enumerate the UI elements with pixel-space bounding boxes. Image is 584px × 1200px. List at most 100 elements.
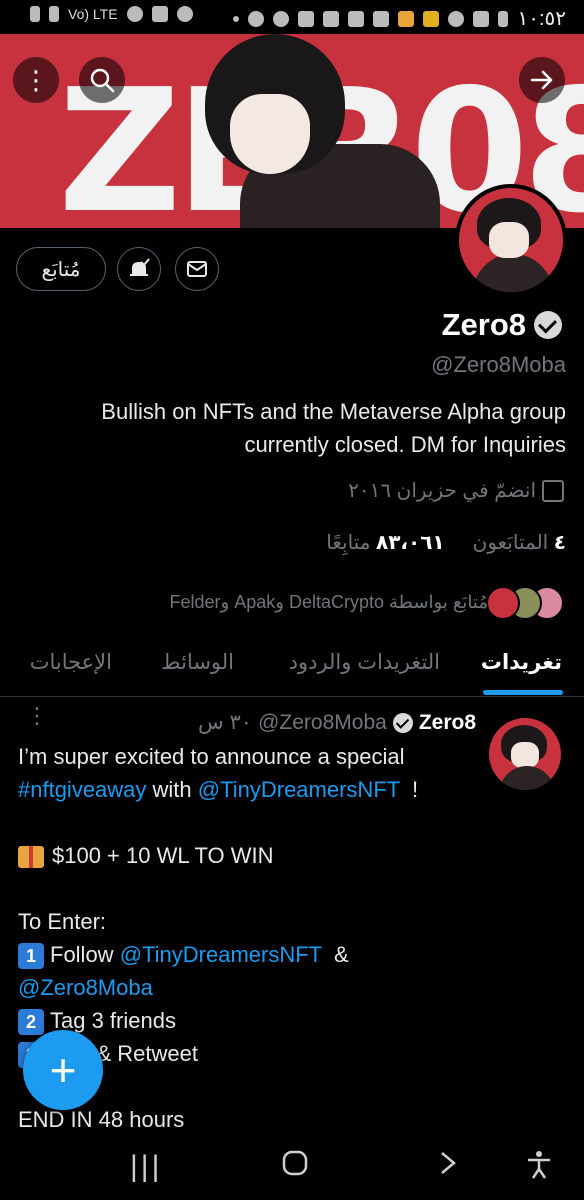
accessibility-button[interactable] <box>526 1150 552 1188</box>
keycap-1-icon: 1 <box>18 943 44 970</box>
dot-icon <box>233 15 240 22</box>
avatar-face <box>489 222 529 258</box>
following-label: المتابَعون <box>472 532 549 554</box>
gmail-icon <box>323 10 340 27</box>
mention-link[interactable]: @Zero8Moba <box>18 975 153 1000</box>
plus-icon: + <box>49 1044 77 1096</box>
search-icon <box>90 68 115 93</box>
tweet-author: Zero8 <box>418 710 476 734</box>
alarm-icon <box>176 6 193 22</box>
music-icon <box>498 10 509 27</box>
wifi-icon <box>126 6 143 22</box>
mute-icon <box>151 6 168 22</box>
bell-check-icon <box>130 258 150 276</box>
tweet-word: & <box>321 942 349 967</box>
bio-line: Bullish on NFTs and the Metaverse Alpha … <box>101 399 566 424</box>
tweet-word: Tag 3 friends <box>50 1008 176 1033</box>
follow-stats: ٤ المتابَعون ٨٣،٠٦١ متابِعًا <box>326 530 566 555</box>
home-icon <box>282 1150 308 1176</box>
tweet-line: 2 Tag 3 friends <box>18 1004 478 1037</box>
notification-icon <box>273 10 290 27</box>
message-button[interactable] <box>175 247 219 291</box>
pinterest-icon <box>448 10 465 27</box>
tweet-line: To Enter: <box>18 909 107 934</box>
envelope-icon <box>187 261 207 277</box>
followers-count: ٨٣،٠٦١ <box>376 532 445 554</box>
followers-label: متابِعًا <box>326 532 371 554</box>
tweet-line: 1 Follow @TinyDreamersNFT & <box>18 938 478 971</box>
tweet-line: END IN 48 hours <box>18 1107 185 1132</box>
lte-indicator: Vo) LTE <box>68 6 118 22</box>
following-count: ٤ <box>553 532 566 554</box>
tweet-line: I’m super excited to announce a special <box>18 744 405 769</box>
system-nav-bar: ||| <box>0 1140 584 1200</box>
app-icon <box>398 10 415 27</box>
tweet-time: ٣٠ س <box>198 711 253 734</box>
bio-line: currently closed. DM for Inquiries <box>244 432 566 457</box>
status-bar: Vo) LTE ١٠:٥٢ <box>0 0 584 34</box>
back-nav-button[interactable] <box>438 1150 458 1184</box>
hashtag-link[interactable]: #nftgiveaway <box>18 777 146 802</box>
follower-avatar <box>486 586 520 620</box>
banner-character-face <box>230 94 310 174</box>
profile-avatar[interactable] <box>455 184 567 296</box>
accessibility-icon <box>528 1151 550 1179</box>
signal-icon <box>49 6 59 22</box>
notifications-button[interactable] <box>117 247 161 291</box>
mention-link[interactable]: @TinyDreamersNFT <box>198 777 400 802</box>
avatar-body <box>473 254 553 292</box>
profile-name: Zero8 <box>442 307 562 343</box>
compose-tweet-button[interactable]: + <box>23 1030 103 1110</box>
tweet-line: #nftgiveaway with @TinyDreamersNFT ! <box>18 773 478 806</box>
tab-media[interactable]: الوسائط <box>161 650 234 675</box>
following-button-label: مُتابَع <box>41 258 81 281</box>
following-stat[interactable]: ٤ المتابَعون <box>473 530 566 555</box>
chevron-right-icon <box>441 1152 456 1174</box>
arrow-right-icon <box>530 70 553 90</box>
profile-handle: @Zero8Moba <box>431 352 566 377</box>
tab-likes[interactable]: الإعجابات <box>30 650 112 675</box>
calendar-icon <box>542 480 564 502</box>
tweet-prize: $100 + 10 WL TO WIN <box>52 843 274 868</box>
recent-apps-icon[interactable]: ||| <box>130 1150 162 1184</box>
profile-tabs: تغريدات التغريدات والردود الوسائط الإعجا… <box>0 640 584 697</box>
keycap-2-icon: 2 <box>18 1009 44 1036</box>
tweet-line: $100 + 10 WL TO WIN <box>18 839 478 872</box>
tab-tweets[interactable]: تغريدات <box>481 650 562 675</box>
tweet-line: @Zero8Moba <box>18 971 478 1004</box>
mail-icon <box>298 10 315 27</box>
profile-bio: Bullish on NFTs and the Metaverse Alpha … <box>6 395 566 461</box>
home-button[interactable] <box>282 1150 308 1184</box>
mail-icon <box>348 10 365 27</box>
tweet-word: ! <box>399 777 419 802</box>
tweet-word: Follow <box>50 942 120 967</box>
tab-tweets-replies[interactable]: التغريدات والردود <box>289 650 440 675</box>
tweet-avatar[interactable] <box>489 718 561 790</box>
add-person-icon <box>373 10 390 27</box>
status-clock: ١٠:٥٢ <box>517 8 566 30</box>
telegram-icon <box>473 10 490 27</box>
tweet-header: ٣٠ س @Zero8Moba Zero8 <box>198 710 476 735</box>
mention-link[interactable]: @TinyDreamersNFT <box>120 942 322 967</box>
verified-badge-icon <box>534 311 562 339</box>
following-button[interactable]: مُتابَع <box>16 247 106 291</box>
profile-name-text: Zero8 <box>441 307 526 342</box>
followed-by-text[interactable]: مُتابَع بواسطة DeltaCrypto وApak وFelder <box>170 592 488 613</box>
avatar-face <box>511 742 539 768</box>
tweet-more-icon[interactable]: ⋮ <box>26 705 48 727</box>
joined-date: انضمّ في حزيران ٢٠١٦ <box>348 480 536 502</box>
battery-icon <box>30 6 40 22</box>
more-vertical-icon: ⋮ <box>23 65 49 95</box>
verified-badge-icon <box>392 712 413 733</box>
search-button[interactable] <box>79 57 125 103</box>
notification-icon <box>248 10 265 27</box>
followers-stat[interactable]: ٨٣،٠٦١ متابِعًا <box>326 530 444 555</box>
tweet-handle: @Zero8Moba <box>258 710 387 734</box>
gift-icon <box>18 846 44 869</box>
avatar-body <box>499 766 555 790</box>
tweet-word: with <box>146 777 198 802</box>
active-tab-indicator <box>483 690 563 695</box>
back-button[interactable] <box>519 57 565 103</box>
app-icon <box>423 10 440 27</box>
more-options-button[interactable]: ⋮ <box>13 57 59 103</box>
